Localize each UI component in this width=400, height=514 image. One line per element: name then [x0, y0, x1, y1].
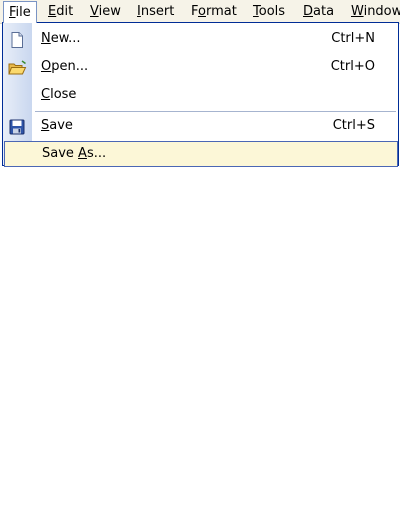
menu-format[interactable]: Format: [187, 3, 241, 21]
menu-tools-label: ools: [258, 4, 286, 19]
menu-separator: [35, 111, 396, 112]
menu-item-close-label: Close: [41, 87, 77, 102]
menu-item-new-label: New...: [41, 31, 81, 46]
menu-window[interactable]: Window: [347, 3, 400, 21]
menu-view-label: iew: [98, 4, 121, 19]
menu-bar: File Edit View Insert Format Tools Data …: [0, 0, 400, 24]
menu-item-save-shortcut: Ctrl+S: [332, 118, 375, 133]
menu-format-label: rmat: [205, 4, 237, 19]
menu-item-new[interactable]: New... Ctrl+N: [3, 26, 398, 52]
menu-view-mnemonic: V: [90, 4, 99, 19]
menu-item-open-shortcut: Ctrl+O: [330, 59, 375, 74]
menu-insert-label: nsert: [140, 4, 175, 19]
menu-item-new-shortcut: Ctrl+N: [331, 31, 375, 46]
menu-file-label: ile: [15, 5, 31, 20]
menu-edit[interactable]: Edit: [44, 3, 77, 21]
menu-format-mnemonic: o: [198, 4, 206, 19]
menu-edit-mnemonic: E: [48, 4, 57, 19]
menu-tools[interactable]: Tools: [249, 3, 289, 21]
menu-format-prefix: F: [191, 4, 199, 19]
menu-item-save-label: Save: [41, 118, 73, 133]
file-menu-dropdown: New... Ctrl+N Open... Ctrl+O Close Save …: [2, 22, 399, 167]
menu-window-mnemonic: W: [351, 4, 364, 19]
menu-item-open[interactable]: Open... Ctrl+O: [3, 54, 398, 80]
new-document-icon: [8, 31, 26, 49]
menu-insert[interactable]: Insert: [133, 3, 178, 21]
menu-item-close[interactable]: Close: [3, 82, 398, 108]
menu-data[interactable]: Data: [299, 3, 338, 21]
save-disk-icon: [8, 118, 26, 136]
menu-view[interactable]: View: [86, 3, 125, 21]
menu-item-save[interactable]: Save Ctrl+S: [3, 113, 398, 139]
menu-edit-label: dit: [56, 4, 74, 19]
menu-window-label: indow: [363, 4, 400, 19]
open-folder-icon: [8, 59, 27, 77]
menu-data-label: ata: [313, 4, 335, 19]
menu-item-open-label: Open...: [41, 59, 89, 74]
menu-item-save-as-label: Save As...: [42, 146, 107, 161]
menu-file[interactable]: File: [3, 1, 37, 23]
menu-item-save-as[interactable]: Save As...: [4, 141, 398, 167]
menu-data-mnemonic: D: [303, 4, 314, 19]
